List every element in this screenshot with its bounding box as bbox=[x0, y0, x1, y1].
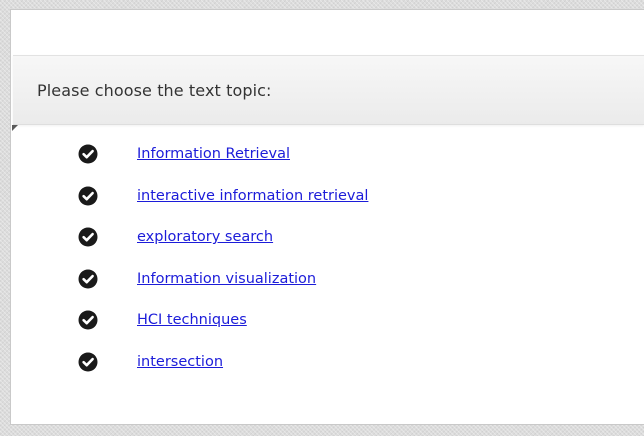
check-circle-icon bbox=[78, 227, 98, 247]
check-circle-icon bbox=[78, 269, 98, 289]
topic-list: Information Retrieval interactive inform… bbox=[78, 144, 368, 394]
check-circle-icon bbox=[78, 144, 98, 164]
header-title: Please choose the text topic: bbox=[37, 81, 272, 100]
topic-link-intersection[interactable]: intersection bbox=[137, 354, 223, 370]
list-item: exploratory search bbox=[78, 227, 368, 247]
list-item: intersection bbox=[78, 352, 368, 372]
topic-link-hci-techniques[interactable]: HCI techniques bbox=[137, 312, 247, 328]
topic-link-information-visualization[interactable]: Information visualization bbox=[137, 271, 316, 287]
topic-link-information-retrieval[interactable]: Information Retrieval bbox=[137, 146, 290, 162]
panel-top-area bbox=[14, 16, 644, 46]
topic-header: Please choose the text topic: bbox=[13, 55, 644, 125]
list-item: Information Retrieval bbox=[78, 144, 368, 164]
check-circle-icon bbox=[78, 310, 98, 330]
list-item: Information visualization bbox=[78, 269, 368, 289]
list-item: interactive information retrieval bbox=[78, 186, 368, 206]
check-circle-icon bbox=[78, 186, 98, 206]
check-circle-icon bbox=[78, 352, 98, 372]
topic-link-interactive-information-retrieval[interactable]: interactive information retrieval bbox=[137, 188, 368, 204]
fold-corner-icon bbox=[12, 125, 18, 131]
topic-link-exploratory-search[interactable]: exploratory search bbox=[137, 229, 273, 245]
list-item: HCI techniques bbox=[78, 310, 368, 330]
